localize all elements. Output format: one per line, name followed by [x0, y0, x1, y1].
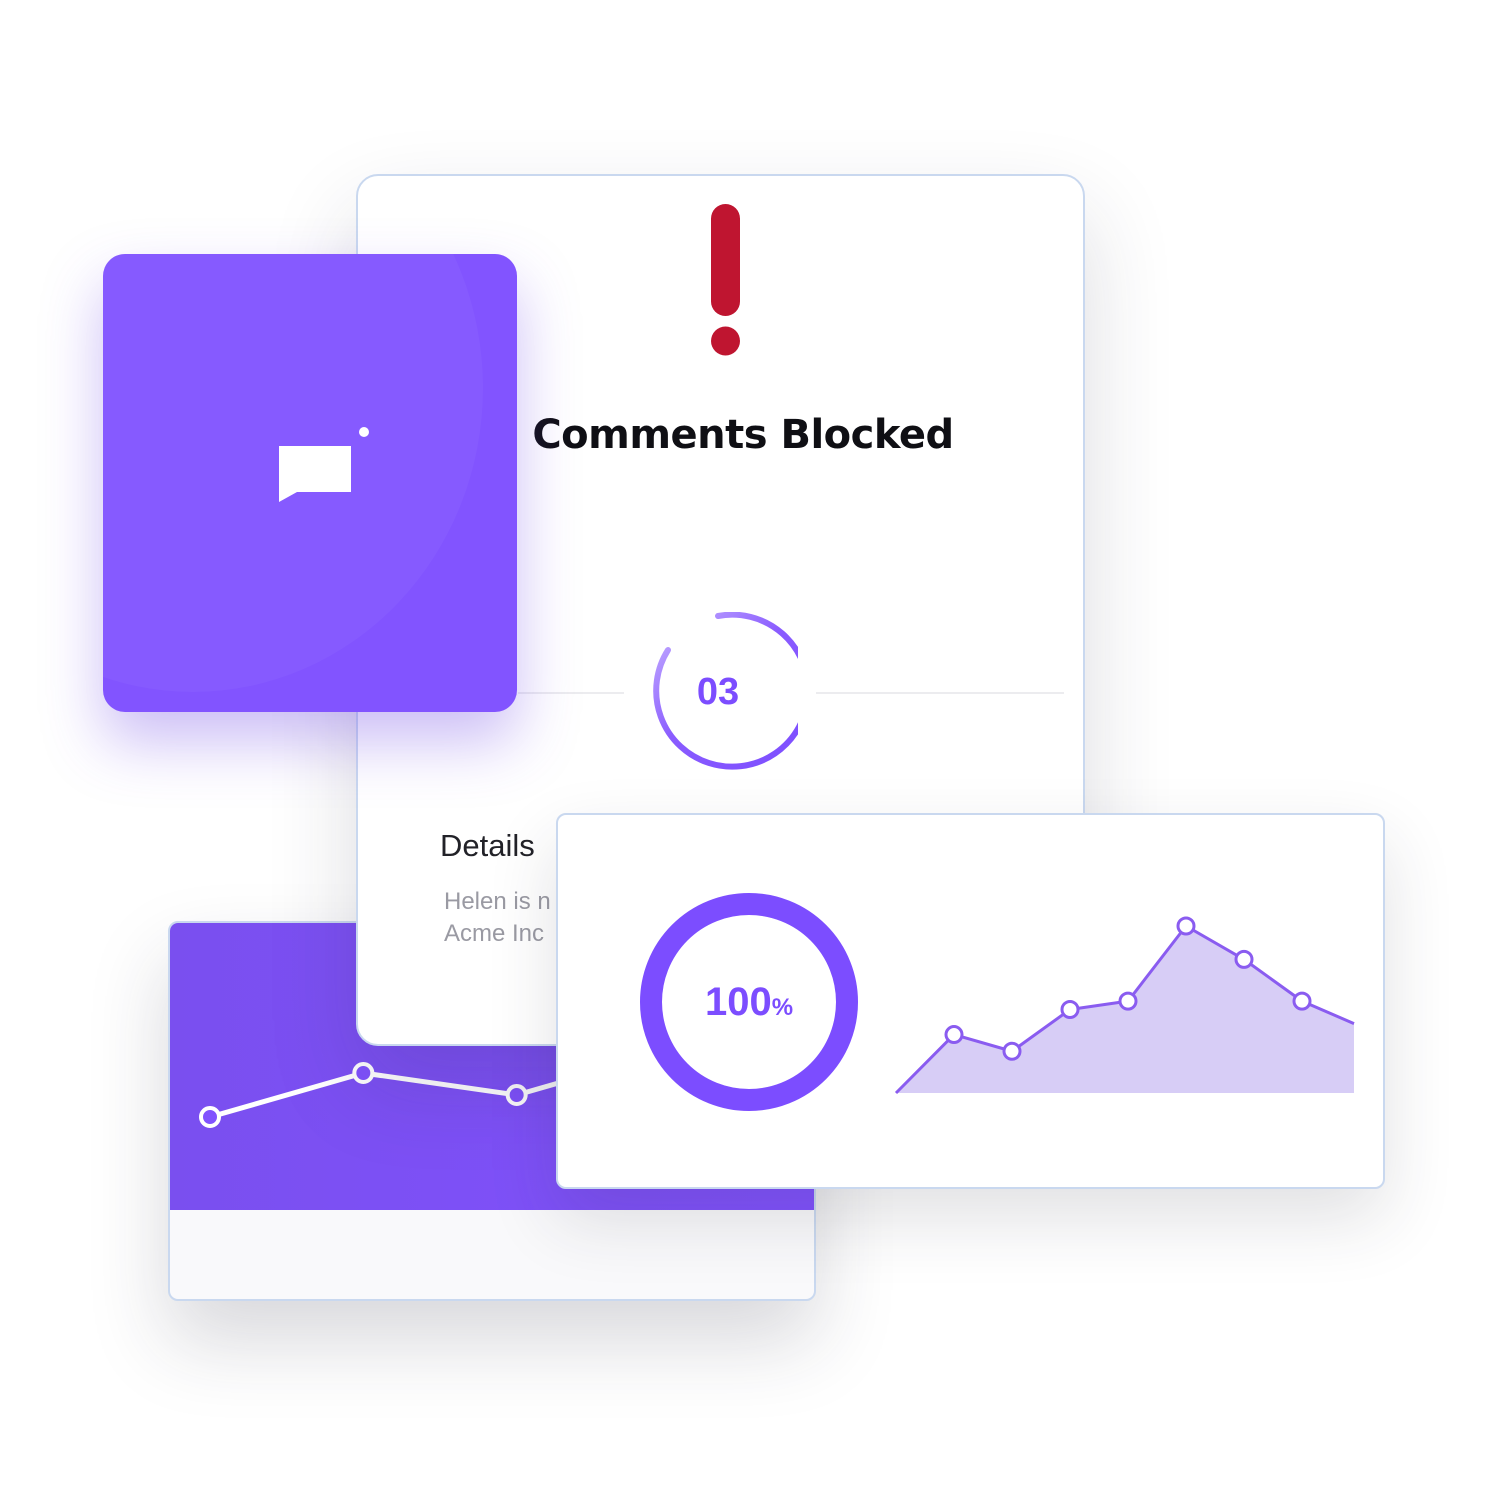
details-heading: Details	[440, 828, 535, 863]
data-point	[1176, 916, 1196, 936]
chat-bubble-icon	[279, 426, 375, 511]
data-point	[1002, 1041, 1022, 1061]
data-point	[1292, 991, 1312, 1011]
area-chart	[894, 916, 1355, 1095]
details-line: Acme Inc	[444, 920, 545, 947]
data-point	[944, 1025, 964, 1045]
data-point	[352, 1062, 375, 1084]
data-point	[505, 1084, 528, 1106]
divider	[816, 692, 1064, 694]
blocked-count: 03	[696, 671, 740, 713]
stats-card: 100%	[556, 813, 1385, 1189]
data-point	[199, 1106, 221, 1128]
divider	[518, 692, 624, 694]
details-text: Helen is n Acme Inc	[444, 886, 551, 950]
data-point	[1118, 991, 1138, 1011]
stage: Comments Blocked 03 Details Helen is n A…	[0, 0, 1500, 1500]
data-point	[1060, 1000, 1080, 1019]
details-line: Helen is n	[444, 888, 551, 915]
app-tile[interactable]	[103, 254, 517, 712]
data-point	[1234, 949, 1254, 969]
exclamation-icon	[708, 202, 746, 363]
